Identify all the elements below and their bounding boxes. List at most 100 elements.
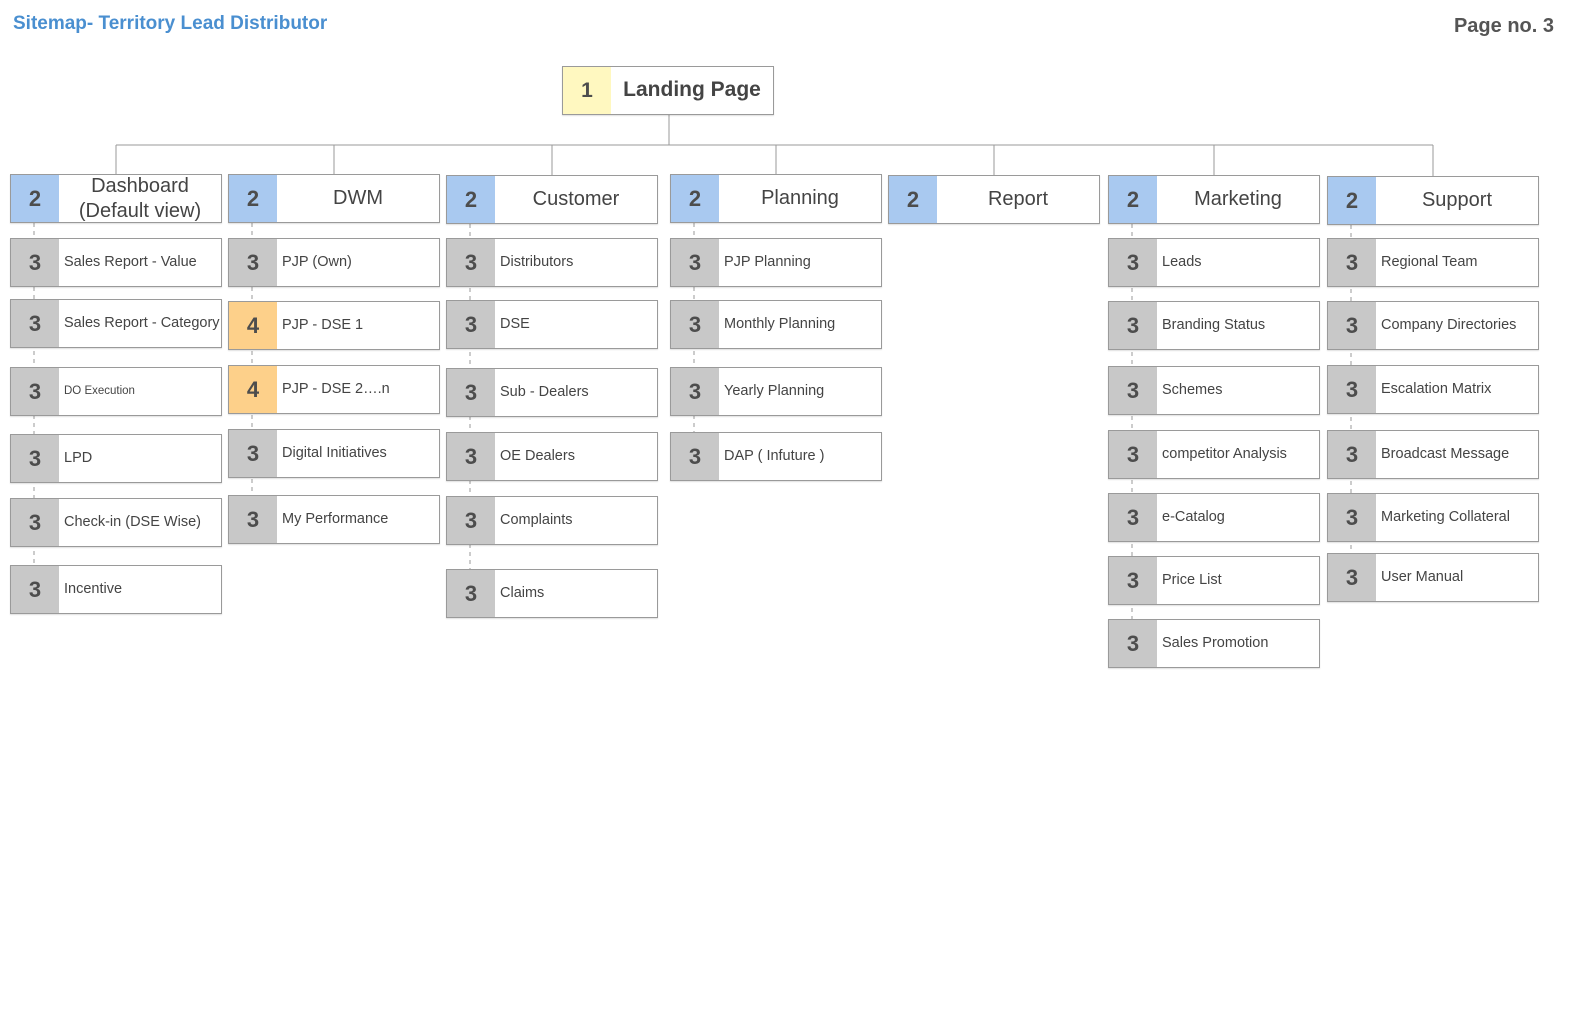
page-node-sales-report-category: 3 Sales Report - Category [10,299,222,348]
node-level-number: 3 [1328,366,1376,413]
node-level-number: 2 [229,175,277,222]
node-level-number: 3 [671,433,719,480]
node-level-number: 4 [229,366,277,413]
page-node-oe-dealers: 3 OE Dealers [446,432,658,481]
node-label: Sales Promotion [1162,635,1269,652]
node-level-number: 3 [671,368,719,415]
section-node-customer: 2 Customer [446,175,658,224]
node-level-number: 2 [447,176,495,223]
section-node-dashboard-default-view: 2 Dashboard (Default view) [10,174,222,223]
node-label: My Performance [282,511,389,528]
node-label: Customer [532,188,620,210]
page-node-price-list: 3 Price List [1108,556,1320,605]
node-level-number: 3 [11,239,59,286]
node-label: Digital Initiatives [282,445,387,462]
node-level-number: 3 [11,300,59,347]
node-label: PJP Planning [724,254,811,271]
node-level-number: 3 [447,497,495,544]
node-label: Company Directories [1381,317,1517,334]
node-level-number: 3 [1328,431,1376,478]
node-level-number: 3 [229,496,277,543]
page-node-my-performance: 3 My Performance [228,495,440,544]
node-label: Incentive [64,581,123,598]
page-node-pjp-own: 3 PJP (Own) [228,238,440,287]
node-level-number: 3 [447,433,495,480]
node-label: DO Execution [64,385,135,398]
node-label: Check-in (DSE Wise) [64,514,201,531]
node-level-number: 3 [11,368,59,415]
node-label: Distributors [500,254,574,271]
node-level-number: 1 [563,67,611,114]
page-node-branding-status: 3 Branding Status [1108,301,1320,350]
node-label: DAP ( Infuture ) [724,448,825,465]
node-level-number: 3 [229,239,277,286]
node-level-number: 3 [1328,494,1376,541]
page-node-incentive: 3 Incentive [10,565,222,614]
page-node-digital-initiatives: 3 Digital Initiatives [228,429,440,478]
page-node-do-execution: 3 DO Execution [10,367,222,416]
node-label: Support [1421,189,1493,211]
node-label: Marketing Collateral [1381,509,1510,526]
node-label: PJP - DSE 1 [282,317,364,334]
page-node-user-manual: 3 User Manual [1327,553,1539,602]
node-level-number: 3 [447,369,495,416]
page-node-pjp-dse-2-n: 4 PJP - DSE 2….n [228,365,440,414]
node-label: Branding Status [1162,317,1266,334]
node-label: Claims [500,585,545,602]
page-node-e-catalog: 3 e-Catalog [1108,493,1320,542]
node-label: competitor Analysis [1162,446,1287,463]
page-node-sales-report-value: 3 Sales Report - Value [10,238,222,287]
node-level-number: 3 [1109,239,1157,286]
section-node-dwm: 2 DWM [228,174,440,223]
node-label: Report [987,188,1049,210]
section-node-support: 2 Support [1327,176,1539,225]
node-level-number: 3 [1109,302,1157,349]
node-level-number: 2 [889,176,937,223]
node-label: Escalation Matrix [1381,381,1492,398]
node-level-number: 3 [671,239,719,286]
node-level-number: 3 [1109,367,1157,414]
section-node-report: 2 Report [888,175,1100,224]
page-node-broadcast-message: 3 Broadcast Message [1327,430,1539,479]
node-level-number: 3 [11,566,59,613]
node-level-number: 3 [11,499,59,546]
page-node-schemes: 3 Schemes [1108,366,1320,415]
node-level-number: 3 [447,570,495,617]
page-node-company-directories: 3 Company Directories [1327,301,1539,350]
node-label: OE Dealers [500,448,575,465]
node-label: Sales Report - Value [64,254,197,271]
page-node-complaints: 3 Complaints [446,496,658,545]
node-level-number: 2 [1109,176,1157,223]
node-level-number: 3 [229,430,277,477]
node-level-number: 2 [1328,177,1376,224]
section-node-planning: 2 Planning [670,174,882,223]
node-level-number: 3 [447,239,495,286]
page-node-leads: 3 Leads [1108,238,1320,287]
node-label: DSE [500,316,530,333]
page-node-check-in-dse-wise: 3 Check-in (DSE Wise) [10,498,222,547]
page-node-escalation-matrix: 3 Escalation Matrix [1327,365,1539,414]
node-label: Sub - Dealers [500,384,589,401]
page-node-pjp-planning: 3 PJP Planning [670,238,882,287]
node-label: PJP - DSE 2….n [282,381,390,398]
page-node-sub-dealers: 3 Sub - Dealers [446,368,658,417]
root-node-landing-page: 1 Landing Page [562,66,774,115]
node-level-number: 3 [447,301,495,348]
page-node-marketing-collateral: 3 Marketing Collateral [1327,493,1539,542]
node-level-number: 2 [11,175,59,222]
node-level-number: 3 [1328,239,1376,286]
node-level-number: 2 [671,175,719,222]
node-label: e-Catalog [1162,509,1225,526]
node-level-number: 3 [1109,557,1157,604]
node-label: Complaints [500,512,573,529]
node-level-number: 3 [1109,620,1157,667]
node-label: Schemes [1162,382,1223,399]
node-level-number: 3 [671,301,719,348]
node-label: User Manual [1381,569,1464,586]
page-node-competitor-analysis: 3 competitor Analysis [1108,430,1320,479]
node-label: DWM [333,187,383,209]
page-node-dap-infuture: 3 DAP ( Infuture ) [670,432,882,481]
node-label: Dashboard (Default view) [78,174,202,222]
node-level-number: 3 [1328,302,1376,349]
page-node-sales-promotion: 3 Sales Promotion [1108,619,1320,668]
